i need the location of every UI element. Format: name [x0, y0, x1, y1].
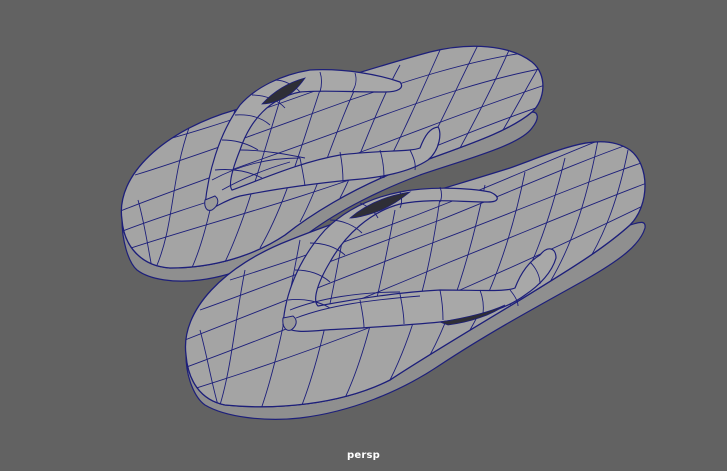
- maya-viewport[interactable]: persp: [0, 0, 727, 471]
- camera-label: persp: [347, 450, 380, 461]
- viewport-scene[interactable]: [0, 0, 727, 471]
